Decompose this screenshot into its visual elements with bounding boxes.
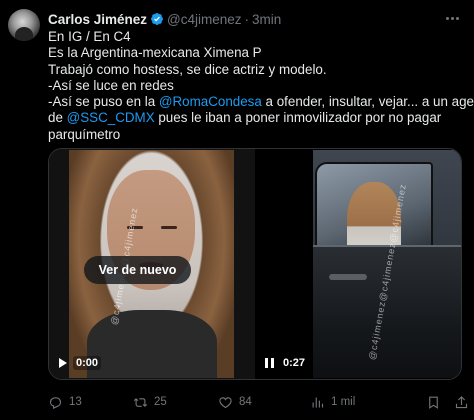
line-text: a ofender, insultar, vejar... a un agent… bbox=[261, 94, 474, 110]
bookmark-icon bbox=[429, 396, 438, 409]
video-right[interactable]: @c4jimenez@c4jimenez@c4jimenez 0:27 bbox=[255, 149, 461, 379]
more-options-icon[interactable] bbox=[442, 9, 462, 27]
verified-badge-icon bbox=[151, 13, 164, 25]
tweet-header: Carlos Jiménez @c4jimenez · 3min bbox=[48, 10, 281, 28]
author-name[interactable]: Carlos Jiménez bbox=[48, 12, 147, 27]
mention-roma-condesa[interactable]: @RomaCondesa bbox=[159, 94, 262, 109]
post-time[interactable]: 3min bbox=[252, 12, 281, 27]
action-bar: 13 25 84 1 mil bbox=[48, 393, 468, 411]
reply-count: 13 bbox=[69, 396, 82, 408]
line-text: -Así se puso en la bbox=[48, 94, 159, 110]
video-controls-left: 0:00 bbox=[59, 356, 102, 370]
media-grid: @c4jimenez@c4jimenez Ver de nuevo 0:00 @… bbox=[48, 148, 462, 380]
like-count: 84 bbox=[239, 396, 252, 408]
tweet-line: -Así se luce en redes bbox=[48, 77, 174, 93]
view-count: 1 mil bbox=[331, 396, 356, 408]
separator-dot: · bbox=[244, 11, 250, 27]
line-text: pues le iban a poner inmovilizador por n… bbox=[154, 110, 442, 126]
play-icon[interactable] bbox=[59, 358, 67, 368]
repost-count: 25 bbox=[154, 396, 167, 408]
bookmark-button[interactable] bbox=[426, 395, 441, 410]
avatar[interactable] bbox=[8, 9, 40, 41]
tweet-text: En IG / En C4 Es la Argentina-mexicana X… bbox=[48, 29, 474, 143]
share-button[interactable] bbox=[454, 395, 469, 410]
replay-button[interactable]: Ver de nuevo bbox=[84, 256, 191, 284]
tweet-line: Es la Argentina-mexicana Ximena P bbox=[48, 45, 262, 61]
share-icon bbox=[455, 395, 468, 408]
repost-button[interactable]: 25 bbox=[133, 395, 167, 410]
video-controls-right: 0:27 bbox=[265, 356, 309, 370]
repost-icon bbox=[133, 397, 148, 407]
views-button[interactable]: 1 mil bbox=[310, 395, 355, 410]
heart-icon bbox=[219, 396, 232, 408]
views-chart-icon bbox=[312, 397, 324, 407]
tweet-line: de @SSC_CDMX pues le iban a poner inmovi… bbox=[48, 110, 464, 126]
tweet-line: parquímetro bbox=[48, 126, 121, 142]
tweet-line: Trabajó como hostess, se dice actriz y m… bbox=[48, 61, 327, 77]
like-button[interactable]: 84 bbox=[218, 395, 252, 410]
tweet[interactable]: Carlos Jiménez @c4jimenez · 3min En IG /… bbox=[0, 0, 474, 420]
tweet-line: En IG / En C4 bbox=[48, 29, 131, 44]
line-text: de bbox=[48, 110, 67, 126]
reply-icon bbox=[49, 396, 62, 409]
author-handle[interactable]: @c4jimenez bbox=[167, 12, 241, 27]
video-time: 0:27 bbox=[280, 356, 309, 370]
video-left[interactable]: @c4jimenez@c4jimenez Ver de nuevo 0:00 bbox=[49, 149, 255, 379]
tweet-line: -Así se puso en la @RomaCondesa a ofende… bbox=[48, 94, 474, 110]
reply-button[interactable]: 13 bbox=[48, 395, 82, 410]
mention-ssc-cdmx[interactable]: @SSC_CDMX bbox=[67, 110, 155, 125]
pause-icon[interactable] bbox=[265, 358, 274, 368]
video-time: 0:00 bbox=[73, 356, 102, 370]
